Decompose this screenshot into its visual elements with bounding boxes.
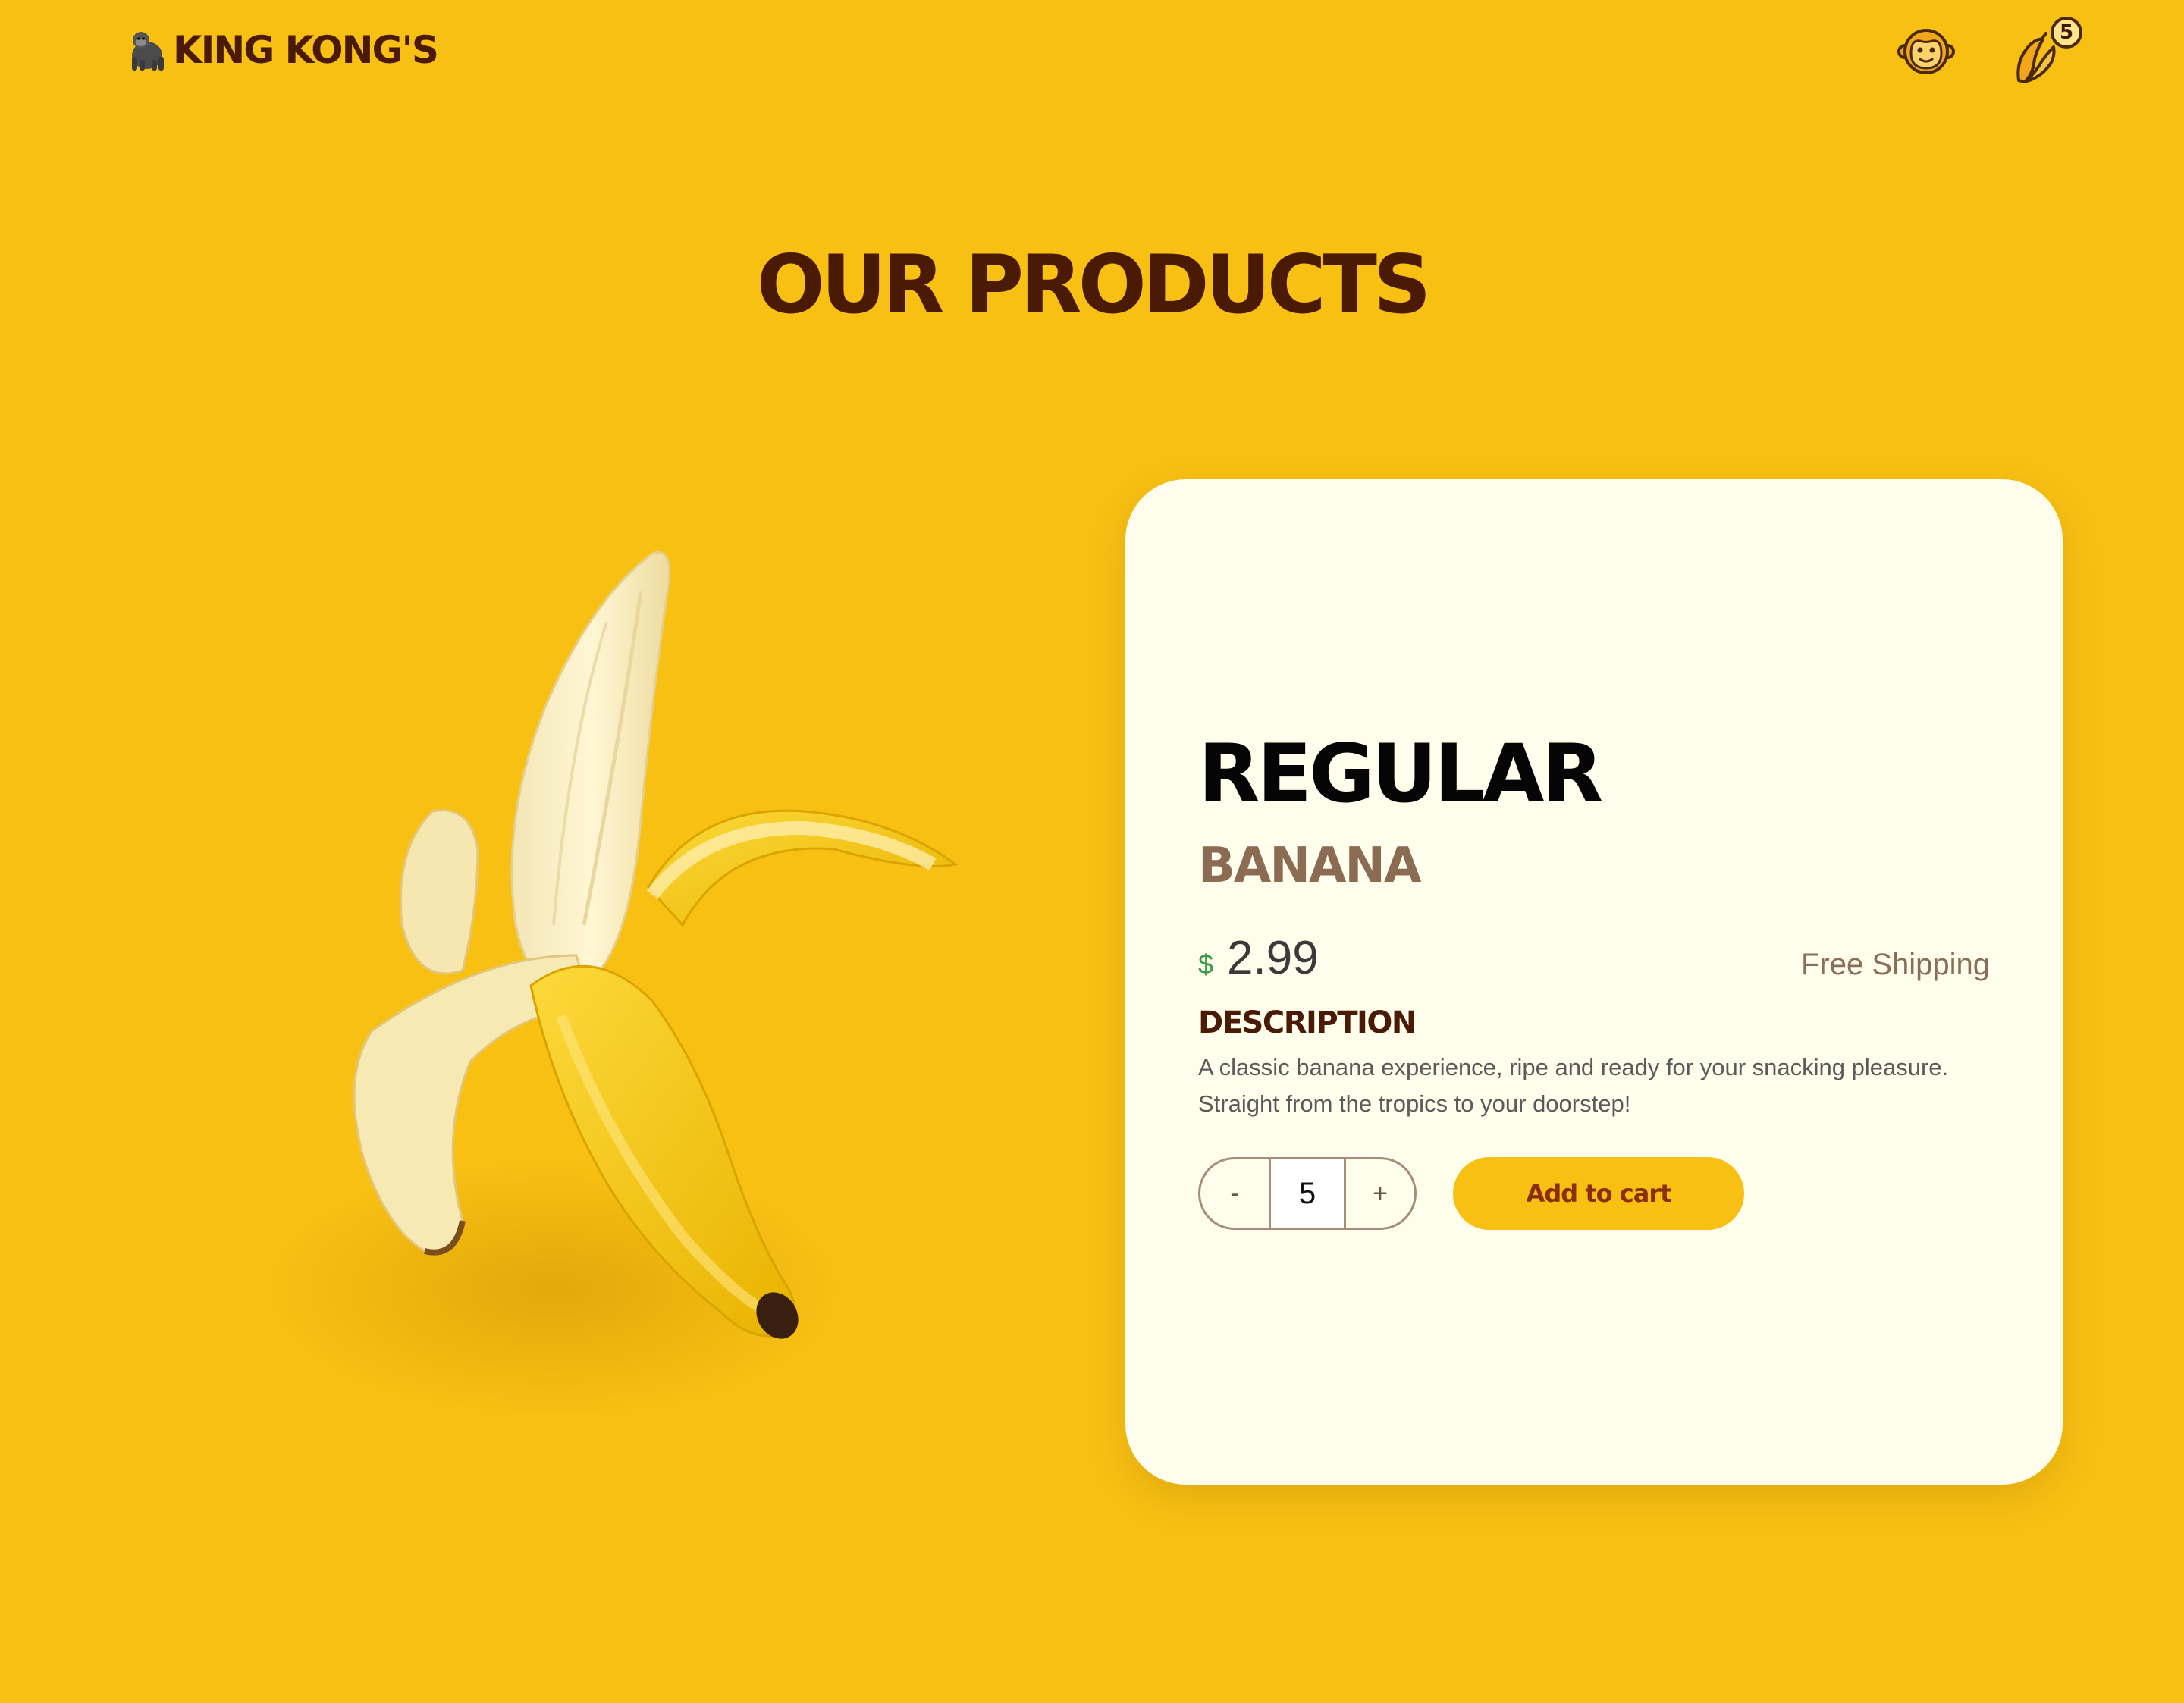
product-type: BANANA xyxy=(1198,838,1421,894)
quantity-stepper: - + xyxy=(1198,1157,1417,1230)
page-title: OUR PRODUCTS xyxy=(756,238,1432,331)
cart-button[interactable]: 5 xyxy=(2008,14,2084,86)
product-card: REGULAR BANANA $ 2.99 Free Shipping DESC… xyxy=(1125,479,2063,1485)
decrement-button[interactable]: - xyxy=(1200,1159,1269,1228)
increment-button[interactable]: + xyxy=(1346,1159,1414,1228)
currency-symbol: $ xyxy=(1198,949,1214,980)
price-row: $ 2.99 xyxy=(1198,931,1319,985)
monkey-face-icon xyxy=(1897,29,1955,74)
logo-text: KING KONG'S xyxy=(173,28,439,72)
product-price: 2.99 xyxy=(1227,932,1319,984)
peeled-banana-image xyxy=(265,551,959,1418)
account-button[interactable] xyxy=(1897,23,1955,80)
product-description: A classic banana experience, ripe and re… xyxy=(1198,1054,1949,1117)
shipping-info: Free Shipping xyxy=(1800,948,1990,981)
description-heading: DESCRIPTION xyxy=(1198,1005,1417,1040)
gorilla-icon xyxy=(132,32,164,71)
quantity-input[interactable] xyxy=(1269,1159,1346,1228)
product-name: REGULAR xyxy=(1198,727,1603,820)
cart-count-badge: 5 xyxy=(2051,17,2082,49)
logo-link[interactable]: KING KONG'S xyxy=(124,21,439,79)
add-to-cart-button[interactable]: Add to cart xyxy=(1453,1157,1744,1230)
